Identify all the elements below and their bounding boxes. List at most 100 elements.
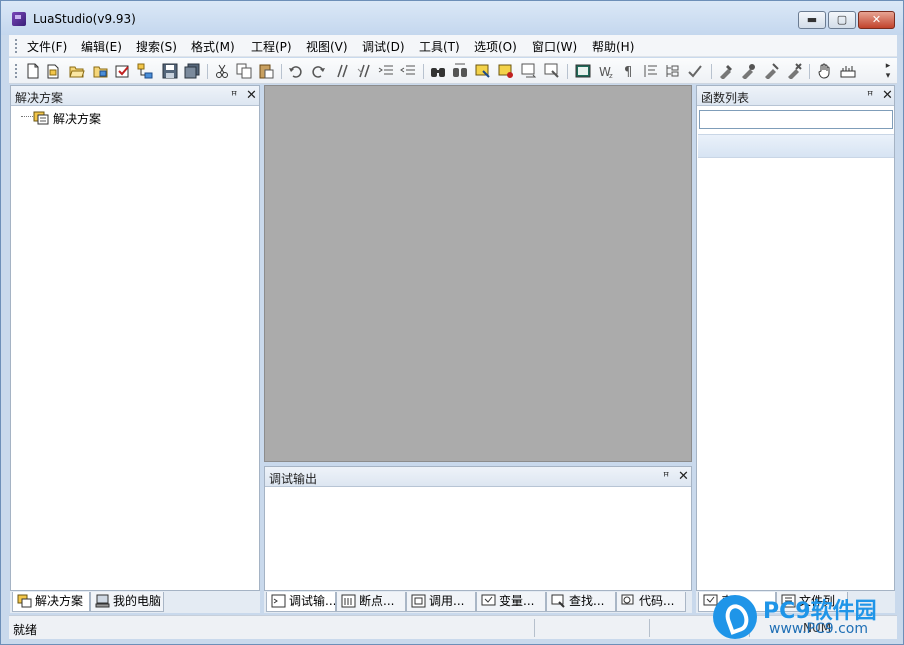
- menu-tools[interactable]: 工具(T): [419, 38, 460, 55]
- editor-area[interactable]: [264, 85, 692, 462]
- undo-icon[interactable]: [288, 63, 304, 79]
- menu-window[interactable]: 窗口(W): [532, 38, 577, 55]
- lua-studio-icon: [12, 12, 26, 26]
- tab-find-label: 查找...: [569, 594, 605, 608]
- toolbar-separator: [423, 64, 424, 79]
- find-in-files-icon[interactable]: [452, 63, 468, 79]
- pin-icon[interactable]: ꟸ: [867, 89, 873, 102]
- uncomment-icon[interactable]: [356, 63, 372, 79]
- close-icon[interactable]: ✕: [678, 469, 689, 484]
- menu-project[interactable]: 工程(P): [251, 38, 292, 55]
- menu-view[interactable]: 视图(V): [306, 38, 348, 55]
- debug-output-title: 调试输出: [269, 472, 318, 486]
- menu-search[interactable]: 搜索(S): [136, 38, 177, 55]
- stop-icon[interactable]: [786, 63, 802, 79]
- paste-icon[interactable]: [258, 63, 274, 79]
- redo-icon[interactable]: [310, 63, 326, 79]
- tab-variables-label: 变量...: [499, 594, 535, 608]
- close-button[interactable]: ✕: [858, 11, 895, 29]
- open-icon[interactable]: [69, 63, 85, 79]
- tab-debug-output[interactable]: 调试输...: [266, 592, 336, 612]
- toolbar-grip-icon[interactable]: [15, 64, 17, 78]
- code-icon: [621, 594, 634, 605]
- tab-find[interactable]: 查找...: [546, 592, 616, 612]
- close-icon[interactable]: ✕: [246, 88, 257, 103]
- toolbar-separator: [809, 64, 810, 79]
- close-icon[interactable]: ✕: [882, 88, 893, 103]
- find-results-icon: [551, 594, 565, 608]
- svg-text:z: z: [609, 72, 613, 79]
- function-list-column-header[interactable]: [698, 134, 894, 158]
- menu-bar: 文件(F) 编辑(E) 搜索(S) 格式(M) 工程(P) 视图(V) 调试(D…: [9, 35, 897, 57]
- open-project-icon[interactable]: [93, 63, 109, 79]
- solution-panel-header: 解决方案 ꟸ ✕: [11, 86, 259, 106]
- svg-text:¶: ¶: [624, 65, 632, 79]
- project-tree-icon[interactable]: [137, 63, 153, 79]
- outdent-icon[interactable]: [400, 63, 416, 79]
- tab-breakpoints[interactable]: 断点...: [336, 592, 406, 612]
- hand-icon[interactable]: [817, 63, 833, 79]
- ruler-icon[interactable]: [840, 63, 856, 79]
- find-icon[interactable]: [430, 63, 446, 79]
- tab-breakpoints-label: 断点...: [359, 594, 395, 608]
- word-wrap-icon[interactable]: Wz: [599, 63, 615, 79]
- menubar-grip-icon[interactable]: [15, 39, 17, 53]
- function-search-input[interactable]: [699, 110, 893, 129]
- tree-view-icon[interactable]: [665, 63, 681, 79]
- save-icon[interactable]: [162, 63, 178, 79]
- title-bar: LuaStudio(v9.93) ▬ ▢ ✕: [1, 1, 903, 35]
- copy-icon[interactable]: [236, 63, 252, 79]
- goto-line-icon[interactable]: [544, 63, 560, 79]
- menu-format[interactable]: 格式(M): [191, 38, 235, 55]
- menu-file[interactable]: 文件(F): [27, 38, 67, 55]
- pin-icon[interactable]: ꟸ: [663, 470, 669, 483]
- tab-call-stack[interactable]: 调用...: [406, 592, 476, 612]
- function-list-panel: 函数列表 ꟸ ✕: [696, 85, 895, 591]
- save-all-icon[interactable]: [115, 63, 131, 79]
- computer-icon: [95, 594, 110, 608]
- menu-edit[interactable]: 编辑(E): [81, 38, 122, 55]
- tab-code[interactable]: 代码...: [616, 592, 686, 612]
- variables-icon: [481, 594, 496, 606]
- align-icon[interactable]: [643, 63, 659, 79]
- save-copy-icon[interactable]: [184, 63, 200, 79]
- app-window: LuaStudio(v9.93) ▬ ▢ ✕ 文件(F) 编辑(E) 搜索(S)…: [0, 0, 904, 645]
- new-project-icon[interactable]: [45, 63, 61, 79]
- maximize-button[interactable]: ▢: [828, 11, 856, 29]
- build-icon[interactable]: [718, 63, 734, 79]
- paragraph-icon[interactable]: ¶: [621, 63, 637, 79]
- tab-code-label: 代码...: [639, 594, 675, 608]
- minimize-button[interactable]: ▬: [798, 11, 826, 29]
- solution-tab-icon: [17, 594, 32, 608]
- menu-debug[interactable]: 调试(D): [362, 38, 405, 55]
- bookmark-icon[interactable]: [475, 63, 491, 79]
- tab-my-computer[interactable]: 我的电脑: [90, 592, 164, 612]
- solution-panel: 解决方案 ꟸ ✕ 解决方案: [10, 85, 260, 591]
- toolbar-overflow-icon[interactable]: ▸ ▾: [883, 61, 893, 81]
- step-icon[interactable]: [763, 63, 779, 79]
- tree-item-solution[interactable]: 解决方案: [53, 110, 101, 127]
- tab-solution[interactable]: 解决方案: [12, 592, 90, 612]
- debug-output-header: 调试输出 ꟸ ✕: [265, 467, 691, 487]
- console-icon: [271, 594, 286, 608]
- indent-icon[interactable]: [378, 63, 394, 79]
- tab-variables[interactable]: 变量...: [476, 592, 546, 612]
- menu-options[interactable]: 选项(O): [474, 38, 517, 55]
- check-icon[interactable]: [687, 63, 703, 79]
- pin-icon[interactable]: ꟸ: [231, 89, 237, 102]
- tab-debug-output-label: 调试输...: [289, 594, 336, 608]
- status-text: 就绪: [13, 623, 38, 637]
- solution-icon: [33, 111, 49, 125]
- debug-output-panel: 调试输出 ꟸ ✕: [264, 466, 692, 591]
- cut-icon[interactable]: [214, 63, 230, 79]
- bookmark-next-icon[interactable]: [498, 63, 514, 79]
- tab-call-stack-label: 调用...: [429, 594, 465, 608]
- debug-icon[interactable]: [740, 63, 756, 79]
- toolbar-separator: [207, 64, 208, 79]
- fullscreen-icon[interactable]: [575, 63, 591, 79]
- new-file-icon[interactable]: [25, 63, 41, 79]
- menu-help[interactable]: 帮助(H): [592, 38, 634, 55]
- watermark-url: www.PC9.com: [769, 621, 868, 637]
- comment-icon[interactable]: [334, 63, 350, 79]
- goto-icon[interactable]: [521, 63, 537, 79]
